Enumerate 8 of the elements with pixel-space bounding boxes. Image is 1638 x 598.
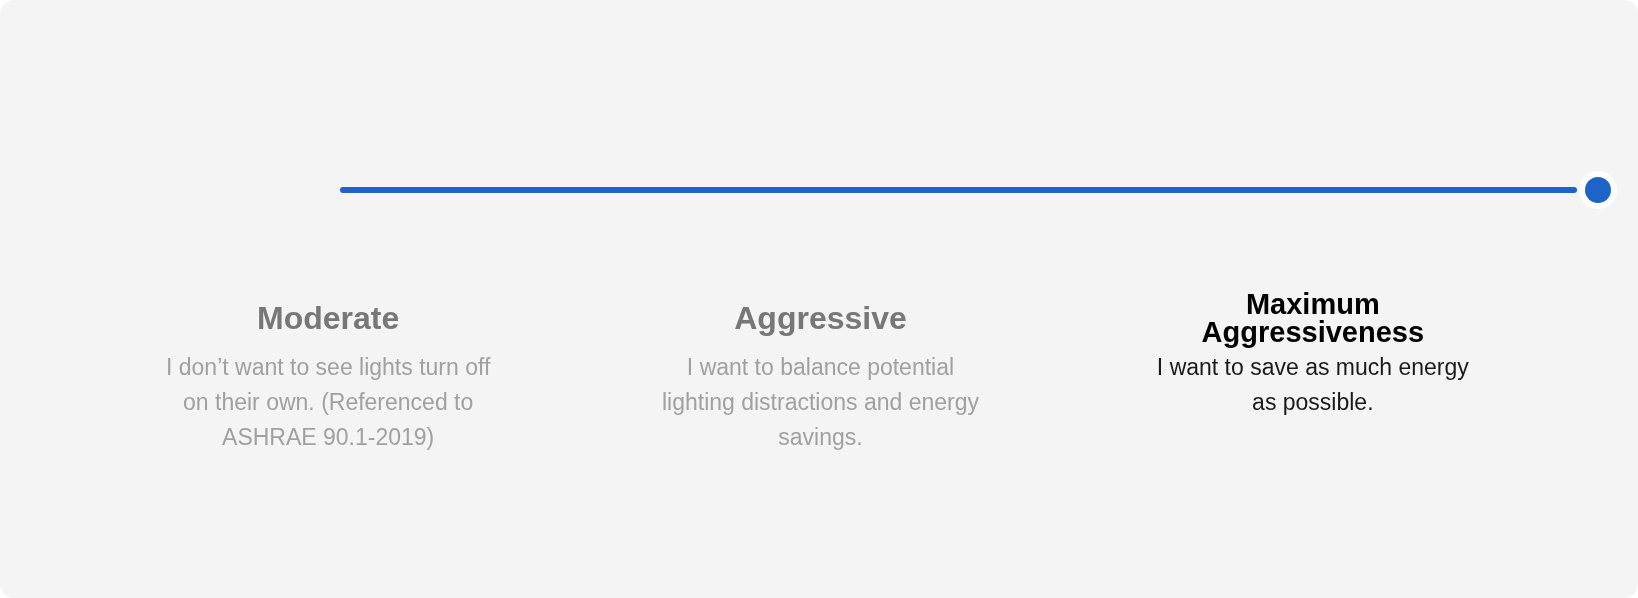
option-description: I want to save as much energy as possible.	[1156, 353, 1469, 417]
option-title[interactable]: Aggressive	[734, 290, 907, 346]
option-title[interactable]: Moderate	[257, 290, 400, 346]
option-title[interactable]: Maximum Aggressiveness	[1201, 290, 1425, 346]
option-description: I don’t want to see lights turn off on their own. (Referenced to ASHRAE 90.1-2019)	[166, 353, 491, 452]
slider-thumb[interactable]	[1579, 171, 1617, 209]
option-description: I want to balance potential lighting distractions and energy savings.	[661, 353, 980, 452]
slider-track[interactable]	[340, 171, 1617, 209]
